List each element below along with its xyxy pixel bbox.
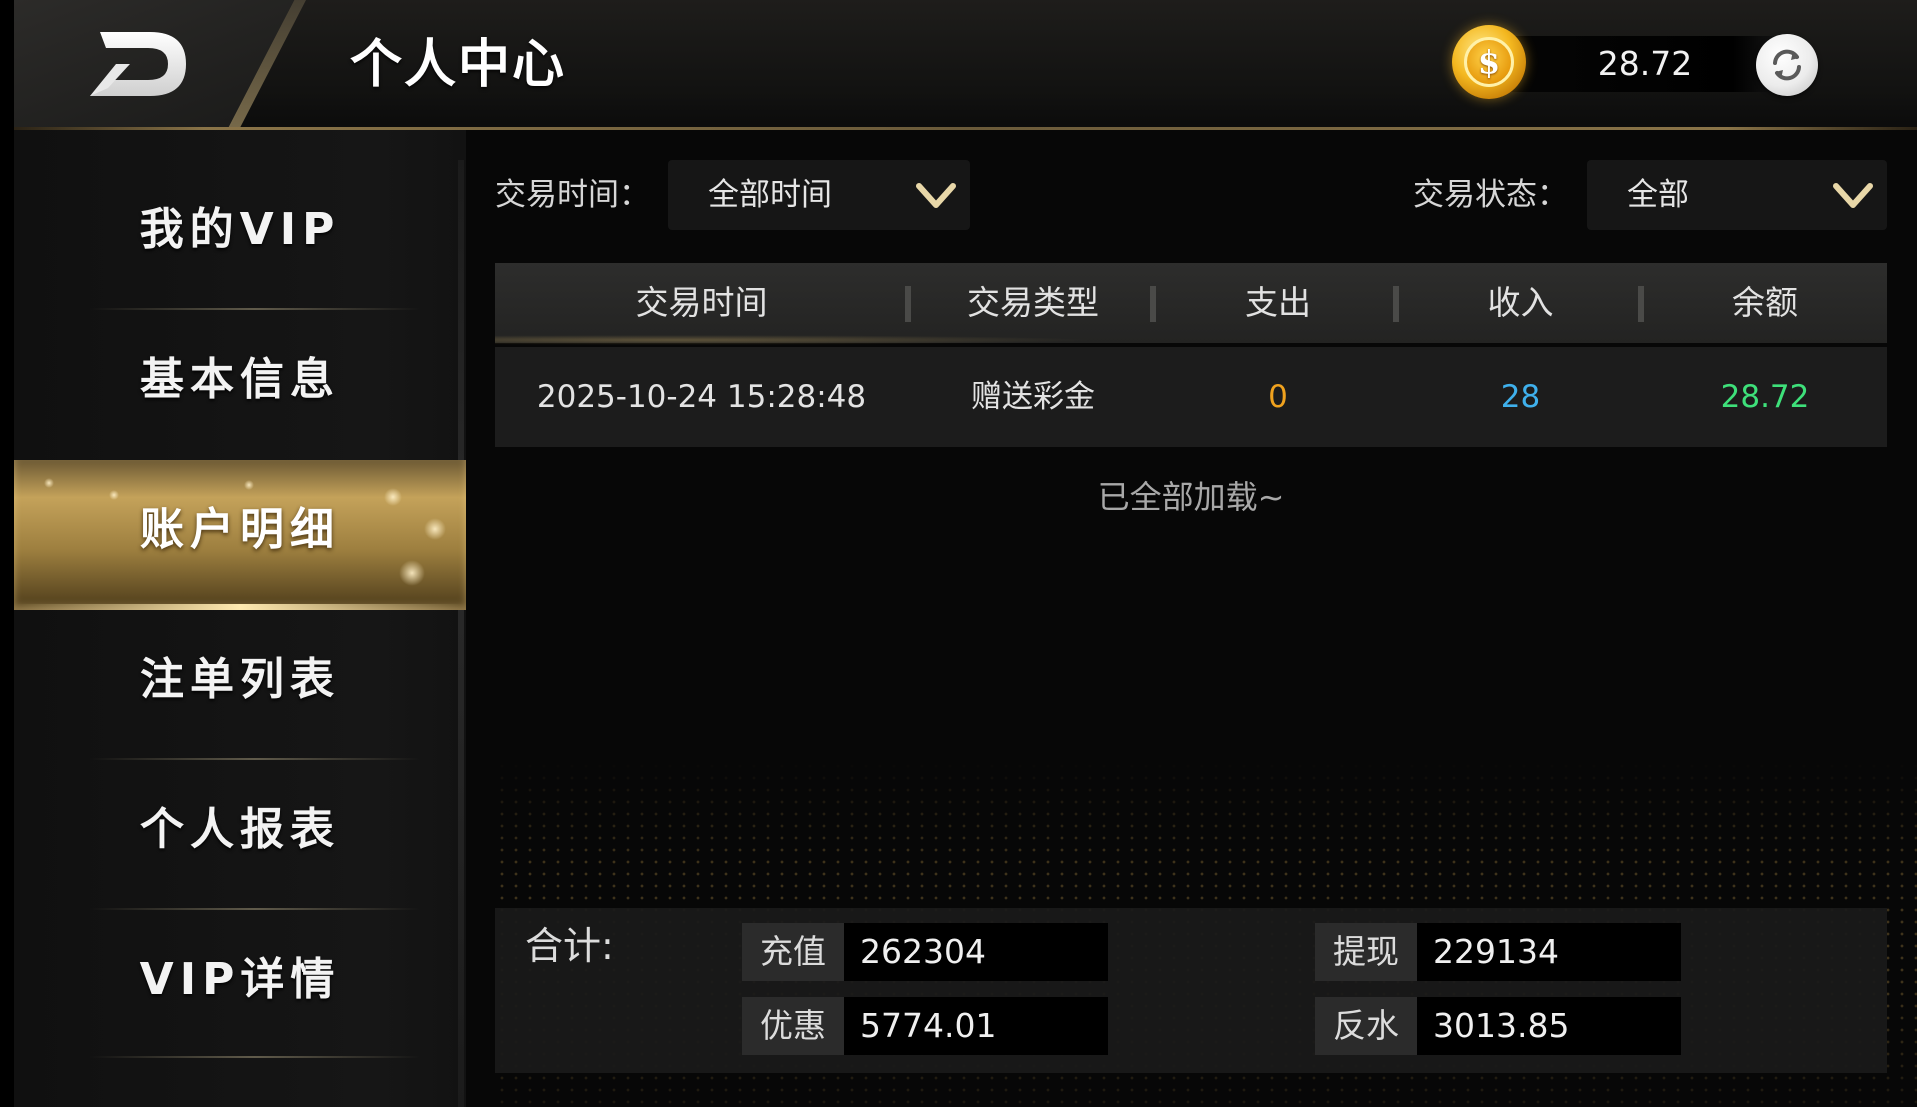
rebate-value: 3013.85 [1417, 997, 1681, 1055]
refresh-button[interactable] [1756, 34, 1818, 96]
cell-balance: 28.72 [1720, 379, 1810, 415]
status-filter-select[interactable]: 全部 [1587, 160, 1887, 230]
time-filter-select[interactable]: 全部时间 [668, 160, 970, 230]
refresh-icon [1773, 49, 1801, 81]
status-filter-value: 全部 [1627, 177, 1689, 213]
column-header-balance: 余额 [1732, 283, 1798, 322]
back-arrow-icon [90, 32, 186, 96]
sidebar-item-vip-details[interactable]: VIP详情 [14, 910, 466, 1060]
sidebar-item-personal-report[interactable]: 个人报表 [14, 760, 466, 910]
chevron-down-icon [916, 183, 956, 208]
rebate-label: 反水 [1315, 997, 1417, 1055]
sidebar-item-label: 我的VIP [139, 204, 341, 255]
screen-edge [0, 0, 14, 1107]
sparkle-decoration [244, 480, 254, 490]
table-header: 交易时间 交易类型 支出 收入 余额 [495, 263, 1887, 343]
sidebar-item-label: 账户明细 [140, 504, 340, 555]
column-header-time: 交易时间 [635, 283, 768, 322]
sidebar-item-basic-info[interactable]: 基本信息 [14, 310, 466, 460]
cell-income: 28 [1500, 379, 1541, 415]
time-filter-value: 全部时间 [708, 177, 832, 213]
sidebar-item-label: 个人报表 [140, 804, 340, 855]
sidebar-item-bet-list[interactable]: 注单列表 [14, 610, 466, 760]
cell-time: 2025-10-24 15:28:48 [536, 379, 867, 415]
recharge-label: 充值 [742, 923, 844, 981]
recharge-value: 262304 [844, 923, 1108, 981]
back-button[interactable] [86, 28, 190, 100]
cell-expense: 0 [1268, 379, 1288, 415]
withdraw-value: 229134 [1417, 923, 1681, 981]
coin-dollar-symbol: $ [1464, 37, 1514, 87]
sidebar-item-label: 注单列表 [140, 654, 340, 705]
sidebar-separator [90, 1056, 420, 1058]
column-header-type: 交易类型 [967, 283, 1099, 322]
chevron-down-icon [1833, 183, 1873, 208]
sparkle-decoration [109, 490, 119, 500]
promo-value: 5774.01 [844, 997, 1108, 1055]
time-filter-label: 交易时间： [495, 177, 650, 213]
header-glow [495, 335, 1095, 345]
account-details-screen: 个人中心 28.72 $ 我的VIP 基本信息 账户明细 注单列表 个人报表 V… [0, 0, 1917, 1107]
table-row: 2025-10-24 15:28:48 赠送彩金 0 28 28.72 [495, 347, 1887, 447]
sidebar-item-label: VIP详情 [139, 954, 341, 1005]
sparkle-decoration [44, 478, 54, 488]
column-separator [1150, 286, 1156, 322]
promo-label: 优惠 [742, 997, 844, 1055]
sidebar-item-label: 基本信息 [140, 354, 340, 405]
sparkle-decoration [399, 560, 425, 586]
column-header-expense: 支出 [1245, 283, 1311, 322]
all-loaded-message: 已全部加载~ [1097, 478, 1285, 516]
withdraw-label: 提现 [1315, 923, 1417, 981]
gold-coin-icon: $ [1452, 25, 1526, 99]
status-filter-label: 交易状态： [1413, 177, 1568, 213]
sidebar-item-my-vip[interactable]: 我的VIP [14, 160, 466, 310]
column-header-income: 收入 [1487, 283, 1554, 322]
cell-type: 赠送彩金 [971, 379, 1095, 415]
sidebar-item-account-details[interactable]: 账户明细 [14, 460, 466, 610]
page-title: 个人中心 [350, 35, 567, 95]
balance-value: 28.72 [1597, 44, 1693, 83]
summary-title: 合计: [525, 924, 614, 968]
